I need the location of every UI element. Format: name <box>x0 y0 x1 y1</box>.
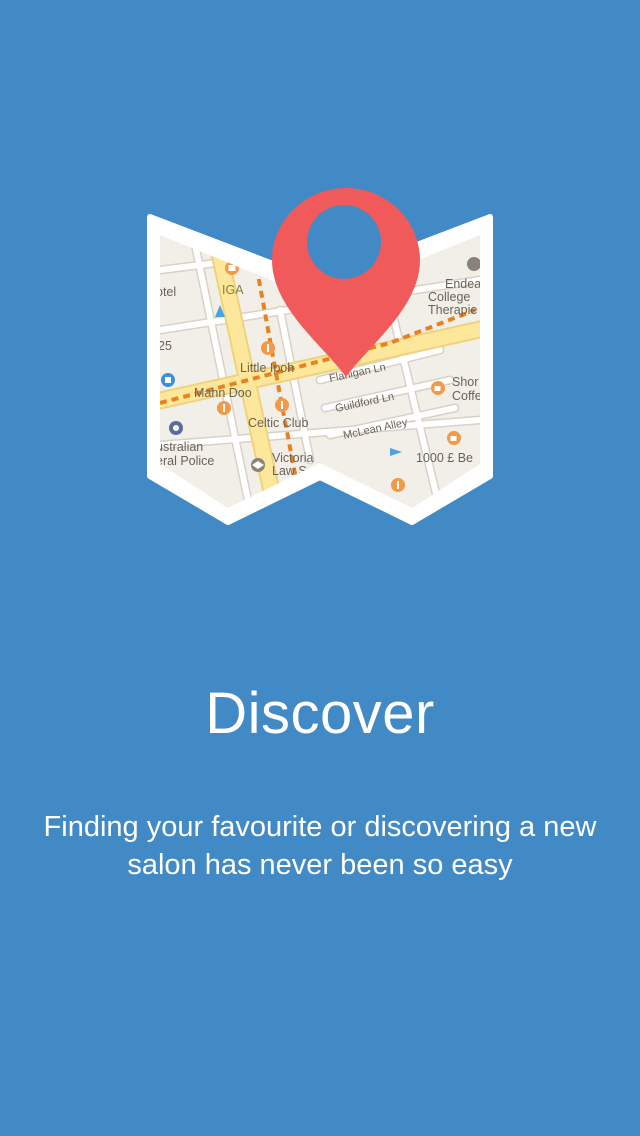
map-label-australian: ustralian <box>156 440 203 454</box>
map-label-college: College <box>428 290 470 304</box>
folded-map-graphic: otel IGA Endea College Therapie 25 Littl… <box>147 188 493 525</box>
page-description: Finding your favourite or discovering a … <box>43 811 597 881</box>
cafe-icon <box>447 431 461 445</box>
page-title: Discover <box>205 681 435 746</box>
cafe-icon <box>431 381 445 395</box>
police-icon <box>169 421 183 435</box>
map-label-little-ipoh: Little Ipoh <box>240 361 294 375</box>
map-label-endea: Endea <box>445 277 481 291</box>
restaurant-icon <box>261 341 275 355</box>
onboarding-screen: otel IGA Endea College Therapie 25 Littl… <box>0 0 640 1136</box>
map-label-iga: IGA <box>222 283 244 297</box>
map-label-federal-police: eral Police <box>156 454 214 468</box>
map-illustration: otel IGA Endea College Therapie 25 Littl… <box>140 160 500 530</box>
map-label-1000-pound: 1000 £ Be <box>416 451 473 465</box>
map-label-shor: Shor <box>452 375 478 389</box>
map-label-celtic-club: Celtic Club <box>248 416 308 430</box>
map-label-25: 25 <box>158 339 172 353</box>
map-label-therapies: Therapie <box>428 303 477 317</box>
map-label-mahn-doo: Mahn Doo <box>194 386 252 400</box>
map-label-coffee: Coffe <box>452 389 482 403</box>
restaurant-icon <box>217 401 231 415</box>
school-icon <box>251 458 265 472</box>
shopping-bag-icon <box>467 257 480 271</box>
restaurant-icon <box>391 478 405 492</box>
hotel-icon <box>161 373 175 387</box>
map-label-victoria: Victoria <box>272 451 314 465</box>
restaurant-icon <box>275 398 289 412</box>
